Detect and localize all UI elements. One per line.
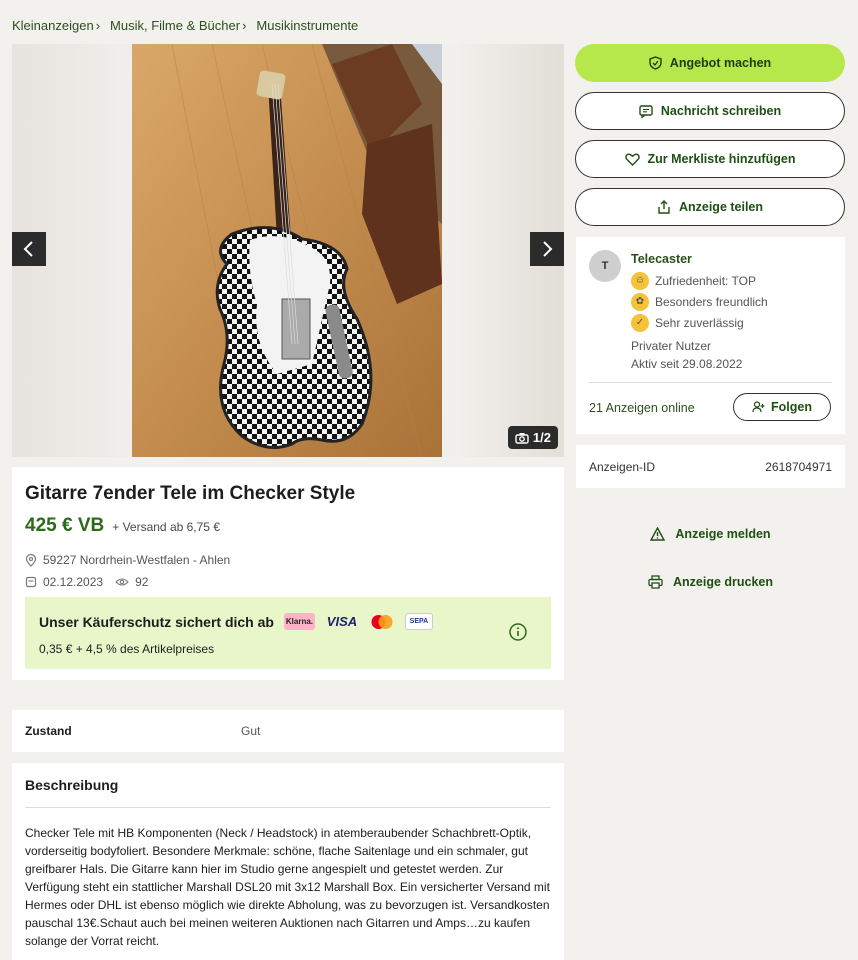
breadcrumb: Kleinanzeigen › Musik, Filme & Bücher › Mu… bbox=[12, 18, 358, 33]
badge-satisfaction-text: Zufriedenheit: TOP bbox=[655, 273, 756, 288]
share-icon bbox=[658, 200, 670, 214]
image-counter-text: 1/2 bbox=[532, 430, 551, 445]
chevron-right-icon: › bbox=[242, 18, 247, 33]
seller-name[interactable]: Telecaster bbox=[631, 252, 768, 266]
smiley-icon: ☺ bbox=[631, 271, 649, 290]
description-card: Beschreibung Checker Tele mit HB Kompone… bbox=[12, 763, 564, 960]
user-plus-icon bbox=[752, 401, 765, 413]
send-message-label: Nachricht schreiben bbox=[660, 104, 782, 118]
chevron-right-icon bbox=[543, 241, 553, 257]
badge-reliable: ✓ Sehr zuverlässig bbox=[631, 312, 768, 333]
ad-price: 425 € VB bbox=[25, 515, 105, 536]
printer-icon bbox=[648, 575, 663, 589]
report-ad-button[interactable]: Anzeige melden bbox=[576, 527, 845, 541]
follow-label: Folgen bbox=[771, 400, 812, 414]
views-count: 92 bbox=[135, 575, 149, 589]
breadcrumb-link-kleinanzeigen[interactable]: Kleinanzeigen bbox=[12, 18, 94, 33]
image-counter: 1/2 bbox=[507, 426, 558, 449]
make-offer-button[interactable]: Angebot machen bbox=[575, 44, 845, 82]
info-button[interactable] bbox=[509, 623, 527, 646]
mastercard-logo bbox=[369, 613, 395, 630]
location-pin-icon bbox=[25, 553, 37, 567]
gallery-prev-button[interactable] bbox=[12, 232, 46, 266]
klarna-logo: Klarna. bbox=[283, 613, 315, 630]
gallery-next-button[interactable] bbox=[530, 232, 564, 266]
badge-satisfaction: ☺ Zufriedenheit: TOP bbox=[631, 270, 768, 291]
seller-card: T Telecaster ☺ Zufriedenheit: TOP ✿ Beso… bbox=[576, 237, 845, 434]
send-message-button[interactable]: Nachricht schreiben bbox=[575, 92, 845, 130]
visa-logo: VISA bbox=[326, 614, 358, 629]
listing-photo[interactable] bbox=[132, 44, 442, 457]
condition-label: Zustand bbox=[25, 724, 72, 738]
calendar-icon bbox=[25, 576, 37, 588]
make-offer-label: Angebot machen bbox=[669, 56, 772, 70]
ad-title: Gitarre 7ender Tele im Checker Style bbox=[25, 483, 356, 504]
ad-id-value: 2618704971 bbox=[765, 459, 832, 474]
follow-button[interactable]: Folgen bbox=[733, 393, 831, 421]
add-to-watchlist-button[interactable]: Zur Merkliste hinzufügen bbox=[575, 140, 845, 178]
active-since: Aktiv seit 29.08.2022 bbox=[631, 357, 743, 371]
location-text: 59227 Nordrhein-Westfalen - Ahlen bbox=[43, 553, 231, 567]
badge-reliable-text: Sehr zuverlässig bbox=[655, 315, 744, 330]
heart-icon bbox=[624, 153, 640, 166]
chevron-left-icon bbox=[23, 241, 33, 257]
report-ad-label: Anzeige melden bbox=[675, 527, 771, 541]
message-icon bbox=[639, 104, 653, 118]
ads-online-link[interactable]: 21 Anzeigen online bbox=[589, 401, 695, 415]
share-ad-label: Anzeige teilen bbox=[678, 200, 764, 214]
add-to-watchlist-label: Zur Merkliste hinzufügen bbox=[647, 152, 796, 166]
breadcrumb-link-musikinstrumente[interactable]: Musikinstrumente bbox=[256, 18, 358, 33]
ad-info-card: Gitarre 7ender Tele im Checker Style 425… bbox=[12, 467, 564, 680]
camera-icon bbox=[515, 432, 529, 444]
ad-id-card: Anzeigen-ID 2618704971 bbox=[576, 445, 845, 488]
eye-icon bbox=[115, 578, 129, 586]
print-ad-button[interactable]: Anzeige drucken bbox=[576, 575, 845, 589]
seller-avatar[interactable]: T bbox=[589, 250, 621, 282]
buyer-protection-box: Unser Käuferschutz sichert dich ab Klarn… bbox=[25, 597, 551, 669]
image-gallery[interactable]: 1/2 bbox=[12, 44, 564, 457]
user-type: Privater Nutzer bbox=[631, 339, 712, 353]
breadcrumb-link-musik[interactable]: Musik, Filme & Bücher bbox=[110, 18, 240, 33]
handshake-icon: ✓ bbox=[631, 313, 649, 332]
warning-icon bbox=[650, 527, 666, 541]
divider bbox=[589, 382, 832, 383]
shield-icon bbox=[649, 56, 662, 70]
sepa-logo: SEPA bbox=[404, 613, 433, 630]
shipping-info: + Versand ab 6,75 € bbox=[112, 520, 220, 534]
badge-friendly: ✿ Besonders freundlich bbox=[631, 291, 768, 312]
badge-friendly-text: Besonders freundlich bbox=[655, 294, 768, 309]
buyer-protection-fee: 0,35 € + 4,5 % des Artikelpreises bbox=[39, 642, 215, 656]
description-title: Beschreibung bbox=[25, 777, 551, 808]
friendly-icon: ✿ bbox=[631, 292, 649, 311]
chevron-right-icon: › bbox=[95, 18, 101, 33]
buyer-protection-headline: Unser Käuferschutz sichert dich ab bbox=[39, 613, 274, 630]
share-ad-button[interactable]: Anzeige teilen bbox=[575, 188, 845, 226]
location-row: 59227 Nordrhein-Westfalen - Ahlen bbox=[25, 553, 551, 567]
ad-id-label: Anzeigen-ID bbox=[589, 459, 656, 474]
description-text: Checker Tele mit HB Komponenten (Neck / … bbox=[25, 826, 550, 948]
date-views-row: 02.12.2023 92 bbox=[25, 575, 551, 589]
condition-row: Zustand Gut bbox=[12, 710, 564, 752]
info-icon bbox=[509, 623, 527, 641]
condition-value: Gut bbox=[241, 724, 261, 738]
date-text: 02.12.2023 bbox=[43, 575, 104, 589]
print-ad-label: Anzeige drucken bbox=[672, 575, 774, 589]
